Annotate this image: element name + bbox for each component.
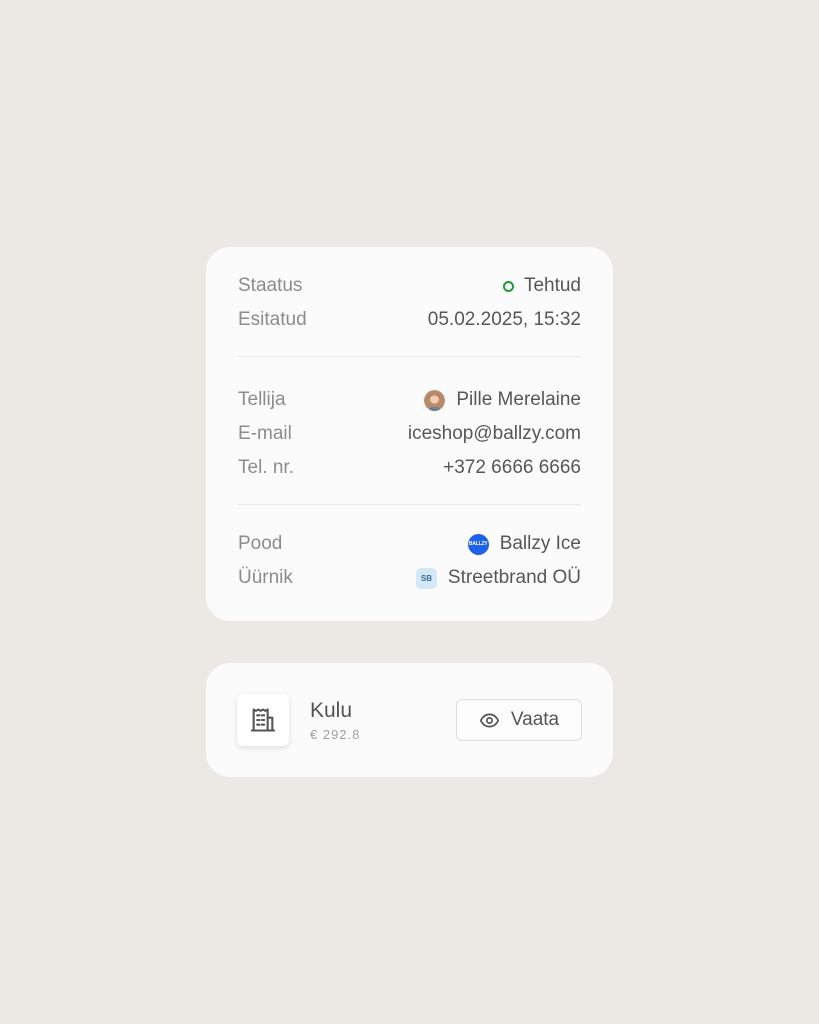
- order-details-card: Staatus Tehtud Esitatud 05.02.2025, 15:3…: [206, 247, 613, 621]
- store-value: BALLZY Ballzy Ice: [467, 533, 581, 555]
- tenant-row: Üürnik SB Streetbrand OÜ: [238, 561, 581, 595]
- view-button[interactable]: Vaata: [456, 699, 582, 741]
- divider: [238, 504, 581, 505]
- expense-amount: € 292.8: [310, 726, 361, 742]
- submitted-row: Esitatud 05.02.2025, 15:32: [238, 303, 581, 337]
- tenant-label: Üürnik: [238, 567, 293, 588]
- status-value: Tehtud: [502, 275, 581, 297]
- tenant-badge: SB: [415, 567, 437, 589]
- expense-card: Kulu € 292.8 Vaata: [206, 663, 613, 777]
- status-row: Staatus Tehtud: [238, 269, 581, 303]
- expense-info: Kulu € 292.8: [310, 699, 456, 742]
- avatar: [424, 389, 446, 411]
- orderer-label: Tellija: [238, 389, 286, 410]
- store-row: Pood BALLZY Ballzy Ice: [238, 527, 581, 561]
- orderer-value: Pille Merelaine: [424, 389, 581, 411]
- status-text: Tehtud: [523, 275, 581, 296]
- phone-value[interactable]: +372 6666 6666: [443, 457, 581, 479]
- ballzy-logo-icon: BALLZY: [467, 533, 489, 555]
- status-label: Staatus: [238, 275, 303, 296]
- phone-label: Tel. nr.: [238, 457, 294, 478]
- store-name: Ballzy Ice: [499, 533, 581, 554]
- tenant-name: Streetbrand OÜ: [447, 567, 581, 588]
- divider: [238, 356, 581, 357]
- email-value[interactable]: iceshop@ballzy.com: [408, 423, 581, 445]
- receipt-building-icon: [237, 694, 289, 746]
- email-row: E-mail iceshop@ballzy.com: [238, 417, 581, 451]
- orderer-name: Pille Merelaine: [456, 389, 581, 410]
- status-dot-icon: [502, 280, 514, 292]
- expense-title: Kulu: [310, 698, 353, 722]
- submitted-value: 05.02.2025, 15:32: [427, 309, 581, 330]
- email-label: E-mail: [238, 423, 292, 444]
- orderer-row: Tellija Pille Merelaine: [238, 383, 581, 417]
- tenant-value: SB Streetbrand OÜ: [415, 567, 581, 589]
- submitted-label: Esitatud: [238, 309, 307, 330]
- eye-icon: [479, 713, 499, 727]
- phone-row: Tel. nr. +372 6666 6666: [238, 451, 581, 485]
- store-label: Pood: [238, 533, 283, 554]
- view-button-label: Vaata: [510, 709, 560, 730]
